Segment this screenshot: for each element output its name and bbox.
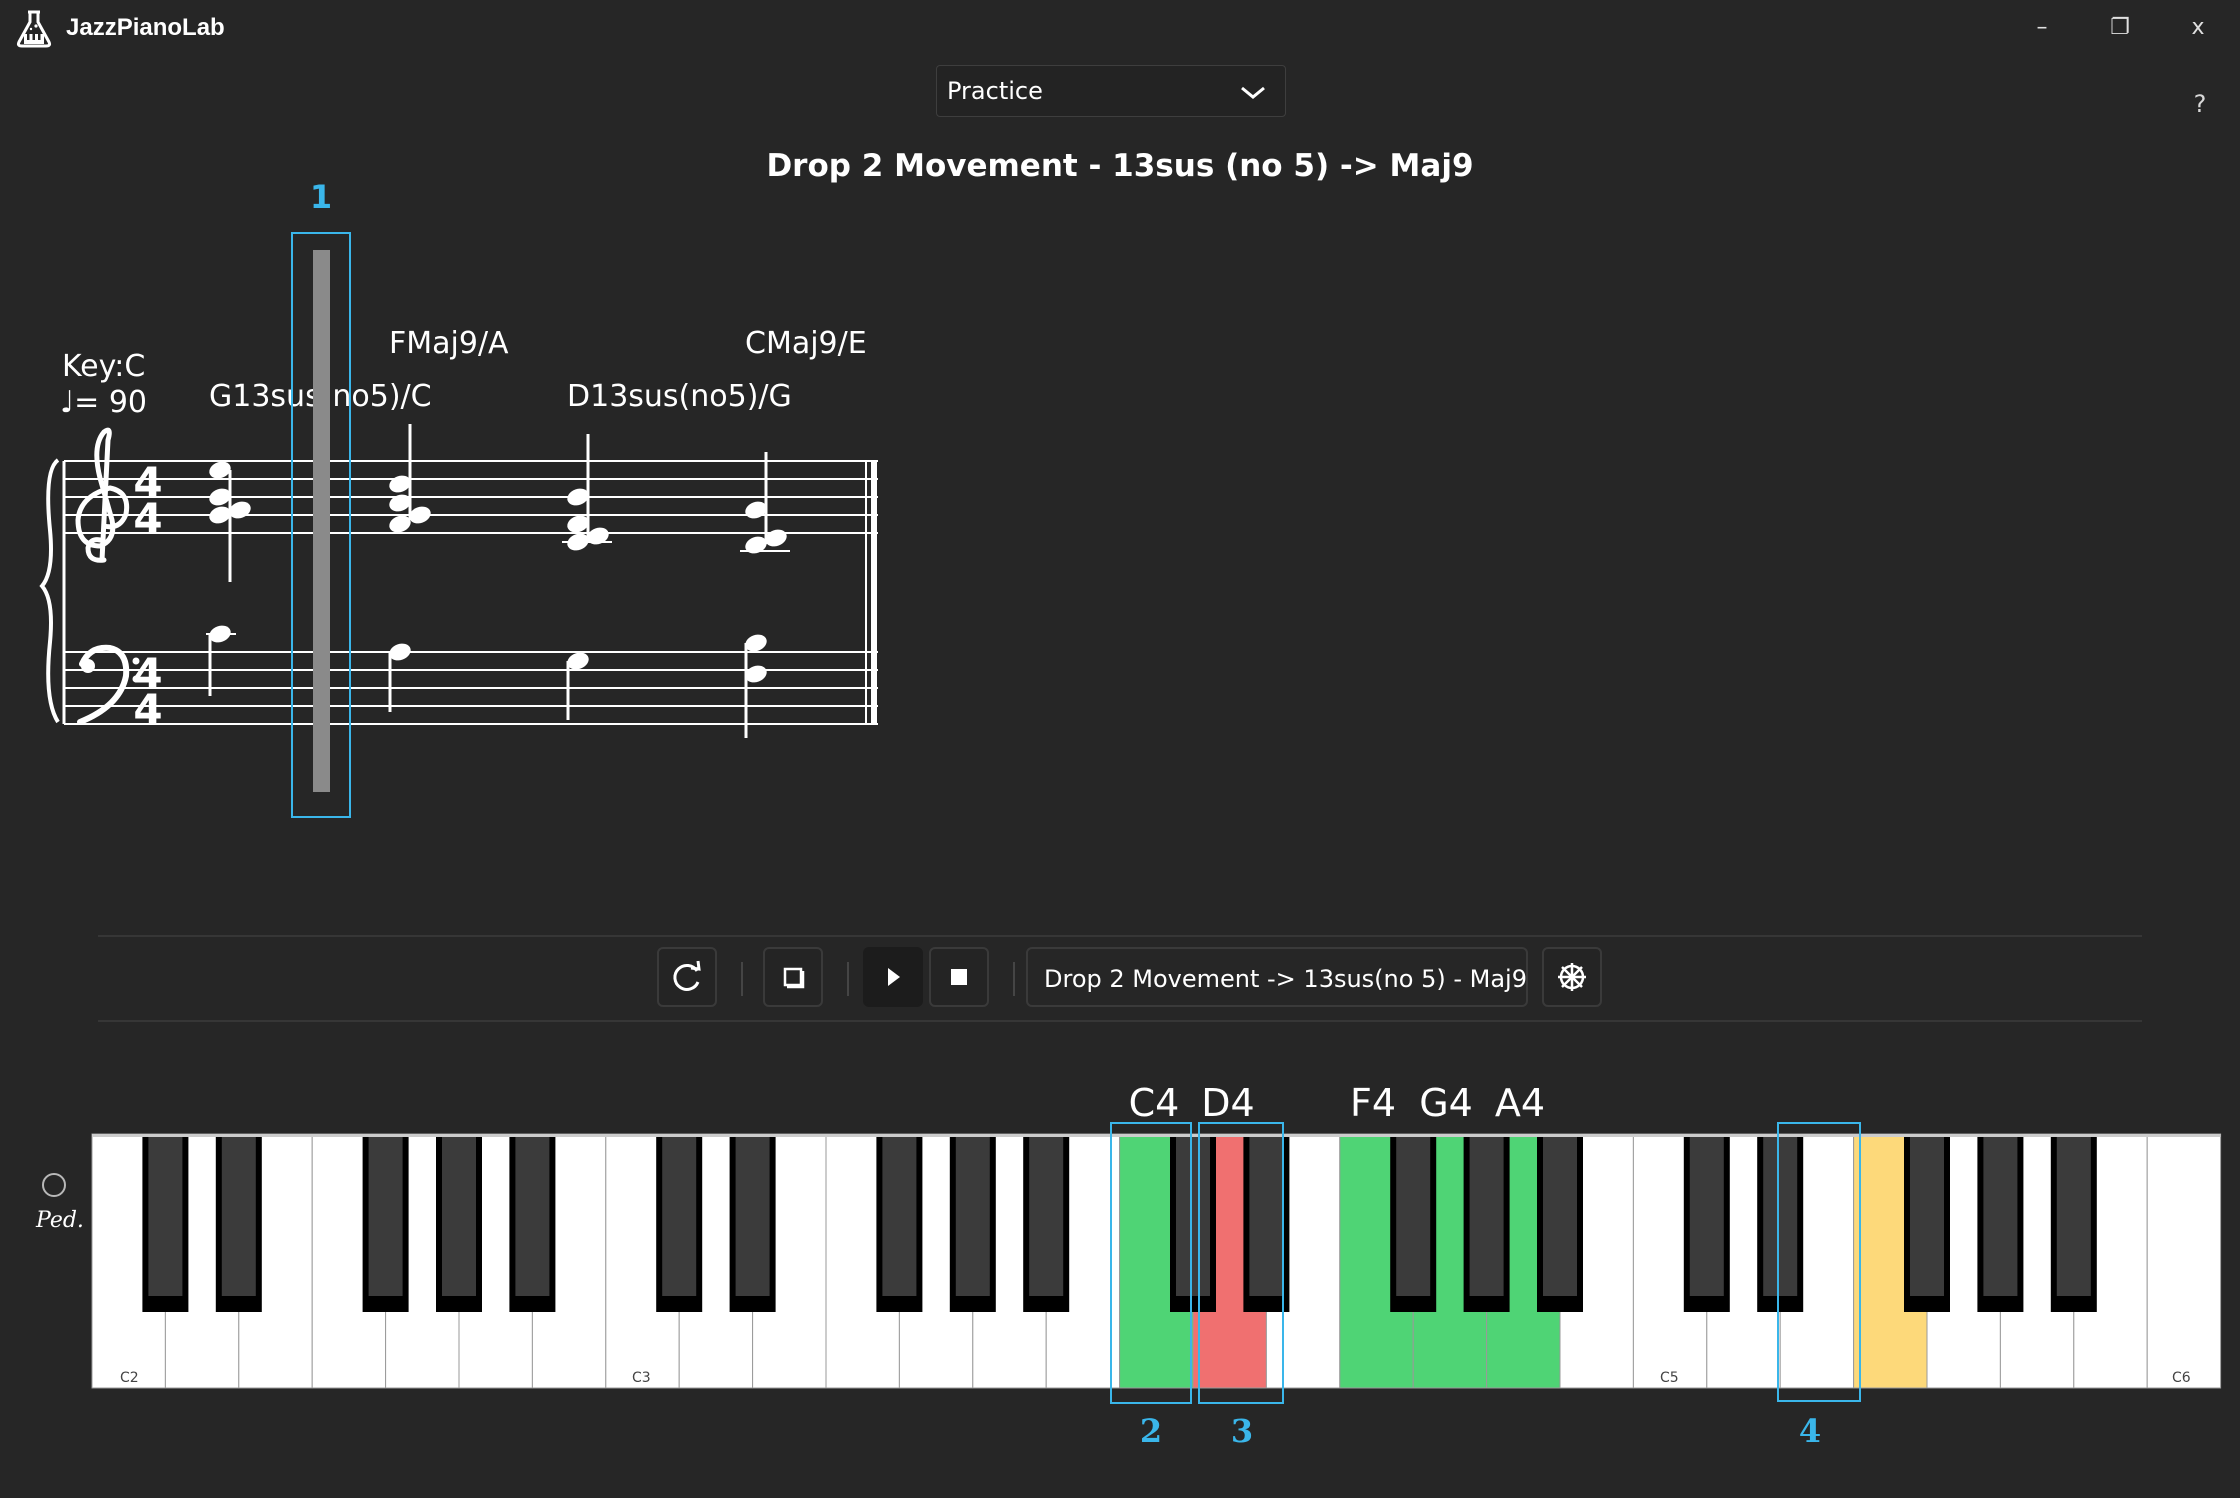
piano-keyboard-svg: C2 C3 C5 C6 C4 D4 F4 G4 A4 2 3 4 [91, 1081, 2222, 1450]
title-bar: JazzPianoLab – ❐ x [0, 0, 2240, 58]
score-svg: Key:C ♩= 90 G13sus(no5)/C FMaj9/A D13sus… [39, 178, 878, 818]
toolbar-top-divider [98, 935, 2142, 937]
octave-label: C2 [120, 1370, 139, 1386]
black-key-face [1029, 1134, 1064, 1296]
black-key-face [662, 1134, 697, 1296]
black-key-face [1763, 1134, 1798, 1296]
toolbar-separator [741, 962, 743, 996]
key-marker-label: 3 [1231, 1412, 1253, 1450]
score-view: Key:C ♩= 90 G13sus(no5)/C FMaj9/A D13sus… [0, 160, 2240, 840]
wheel-icon [1558, 963, 1586, 991]
play-icon [888, 968, 900, 986]
play-button[interactable] [863, 947, 923, 1007]
treble-chord [740, 452, 790, 554]
loop-button[interactable] [657, 947, 717, 1007]
black-key-face [1910, 1134, 1944, 1296]
black-key-face [1176, 1134, 1210, 1296]
black-key-face [368, 1134, 403, 1296]
octave-label: C6 [2172, 1370, 2191, 1386]
pressed-note-label: C4 [1129, 1081, 1180, 1125]
stop-icon [951, 969, 967, 985]
help-button[interactable]: ? [2180, 90, 2220, 126]
toolbar-separator [1013, 962, 1015, 996]
cursor-marker-label: 1 [310, 178, 332, 216]
piano-keyboard: C2 C3 C5 C6 C4 D4 F4 G4 A4 2 3 4 [0, 1080, 2240, 1498]
mode-select-value: Practice [947, 77, 1043, 105]
mode-select[interactable]: Practice [936, 65, 1286, 117]
loop-icon [673, 960, 701, 991]
black-key-face [1689, 1134, 1724, 1296]
chevron-down-icon [1241, 86, 1265, 99]
octave-label: C5 [1660, 1370, 1679, 1386]
black-key-face [1249, 1134, 1284, 1296]
exercise-name-label: Drop 2 Movement -> 13sus(no 5) - Maj9 [1044, 965, 1527, 993]
key-marker-label: 2 [1140, 1412, 1162, 1450]
pressed-note-label: D4 [1201, 1081, 1254, 1125]
square-outline-icon [783, 967, 805, 989]
chord-symbol: FMaj9/A [389, 326, 509, 361]
black-key-face [955, 1134, 990, 1296]
treble-staff [64, 460, 878, 534]
app-title: JazzPianoLab [66, 14, 225, 41]
keyboard-top-edge [92, 1134, 2221, 1137]
playback-cursor[interactable] [313, 250, 330, 792]
black-key-face [1543, 1134, 1577, 1296]
exercise-name-field[interactable]: Drop 2 Movement -> 13sus(no 5) - Maj9 [1026, 947, 1528, 1007]
black-key-face [148, 1134, 183, 1296]
time-signature-bottom: 4 [133, 685, 162, 734]
black-key-face [1983, 1134, 2018, 1296]
black-key-face [882, 1134, 917, 1296]
octave-label: C3 [632, 1370, 651, 1386]
metronome-toggle-button[interactable] [763, 947, 823, 1007]
pressed-note-label: A4 [1495, 1081, 1545, 1125]
black-key-face [221, 1134, 256, 1296]
grand-staff-brace [39, 458, 60, 724]
minimize-button[interactable]: – [2012, 8, 2072, 48]
treble-clef-icon [75, 427, 130, 563]
pressed-note-label: F4 [1350, 1081, 1396, 1125]
chord-symbol: D13sus(no5)/G [567, 379, 792, 414]
black-key-face [442, 1134, 476, 1296]
black-key-face [2056, 1134, 2091, 1296]
chord-symbol: CMaj9/E [745, 326, 867, 361]
tempo-label: ♩= 90 [60, 385, 147, 420]
toolbar-separator [847, 962, 849, 996]
bass-chord [388, 643, 411, 712]
close-button[interactable]: x [2168, 8, 2228, 48]
black-key-face [1469, 1134, 1504, 1296]
bass-staff [64, 651, 878, 725]
settings-button[interactable] [1542, 947, 1602, 1007]
bass-chord [206, 625, 236, 696]
black-key-face [515, 1134, 550, 1296]
maximize-button[interactable]: ❐ [2090, 8, 2150, 48]
key-label: Key:C [62, 349, 145, 384]
stop-button[interactable] [929, 947, 989, 1007]
time-signature-bottom: 4 [133, 494, 162, 543]
toolbar-bottom-divider [98, 1020, 2142, 1022]
treble-chord [209, 461, 251, 582]
bass-chord [566, 652, 589, 720]
bass-clef-icon [77, 644, 140, 725]
pressed-note-label: G4 [1419, 1081, 1473, 1125]
key-marker-label: 4 [1799, 1412, 1821, 1450]
black-key-face [1396, 1134, 1431, 1296]
flask-piano-icon [16, 10, 52, 48]
treble-chord [562, 434, 612, 551]
white-key-c6[interactable] [2146, 1133, 2222, 1389]
black-key-face [735, 1134, 770, 1296]
bass-chord [744, 634, 767, 738]
